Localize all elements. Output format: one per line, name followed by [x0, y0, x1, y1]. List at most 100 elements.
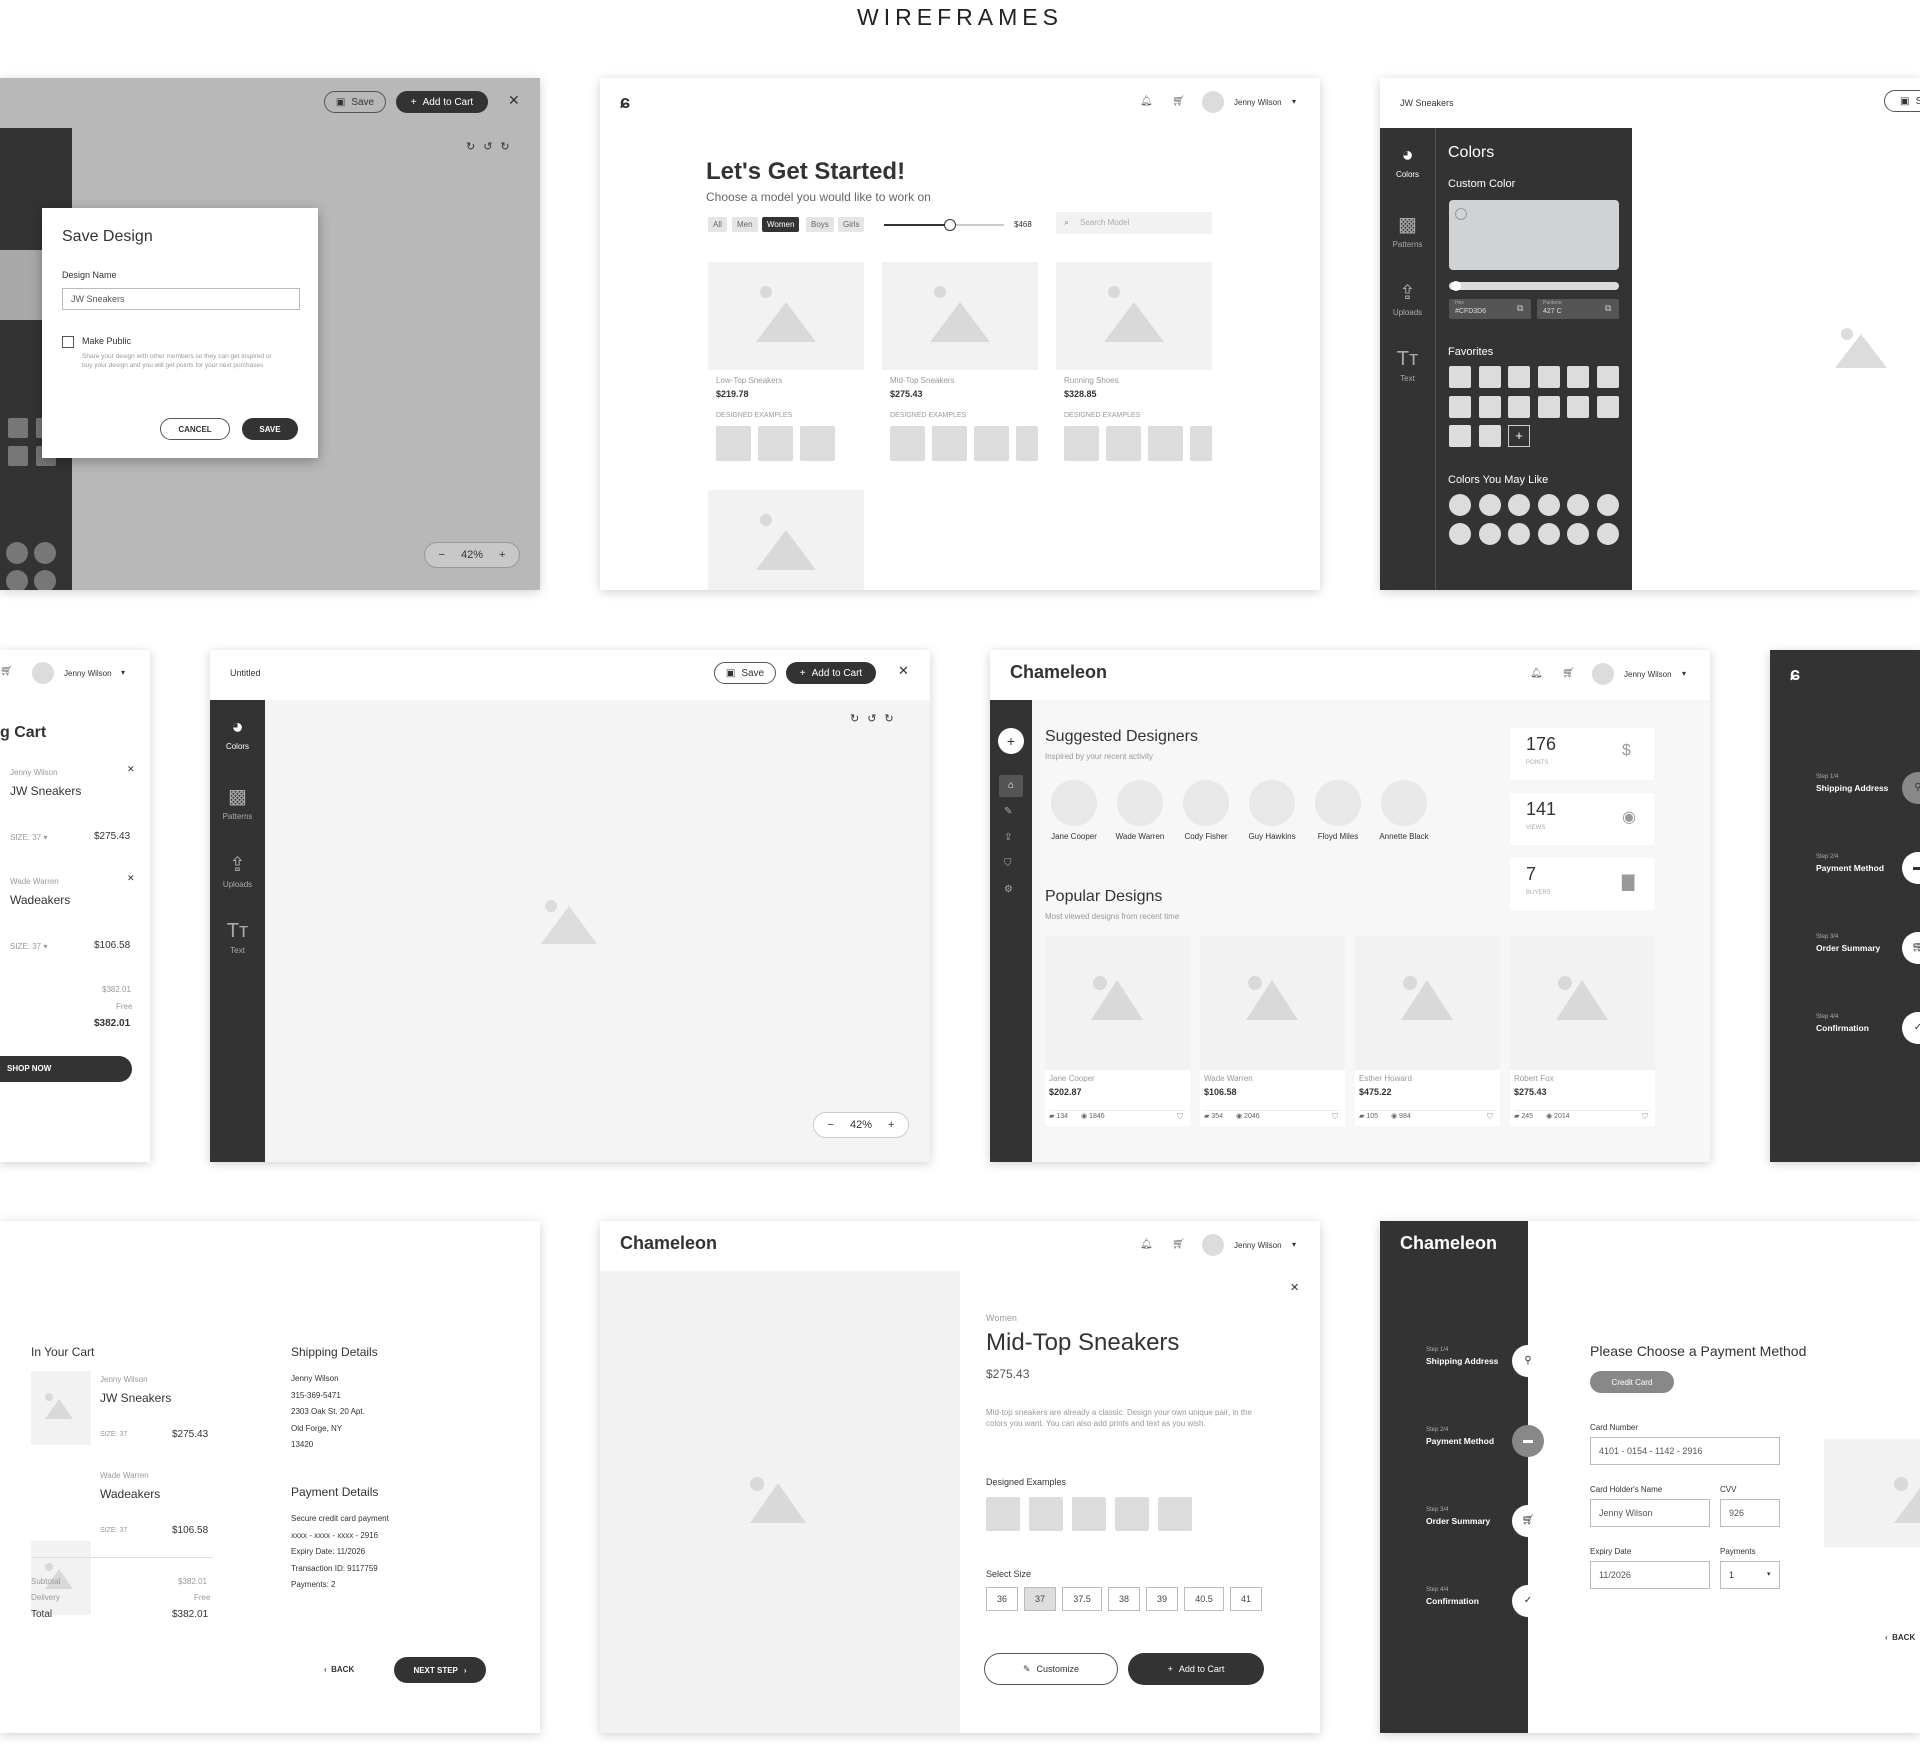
add-color-button[interactable]: + [1508, 425, 1530, 447]
filter-girls[interactable]: Girls [838, 217, 865, 232]
bell-icon[interactable]: 🔔︎ [1530, 668, 1543, 679]
product-card[interactable]: Low-Top Sneakers $219.78 DESIGNED EXAMPL… [708, 262, 864, 486]
filter-boys[interactable]: Boys [806, 217, 834, 232]
favorite-swatch[interactable] [1537, 395, 1560, 418]
cvv-input[interactable] [1720, 1499, 1780, 1527]
filter-men[interactable]: Men [732, 217, 758, 232]
suggested-swatch[interactable] [1508, 523, 1530, 545]
uploads-tab[interactable]: ⇪ Uploads [1380, 280, 1435, 317]
remove-item-icon[interactable]: ✕ [127, 764, 135, 775]
pantone-field[interactable]: Pantone 427 C ⧉ [1537, 299, 1619, 319]
favorite-swatch[interactable] [1478, 366, 1501, 388]
brand-logo[interactable]: Chameleon [1010, 662, 1107, 683]
favorite-swatch[interactable] [1567, 395, 1589, 418]
chevron-down-icon[interactable]: ▾ [1682, 669, 1686, 678]
filter-all[interactable]: All [708, 217, 727, 232]
copy-icon[interactable]: ⧉ [1517, 303, 1523, 314]
expiry-input[interactable] [1590, 1561, 1710, 1589]
back-button[interactable]: ‹ BACK [324, 1665, 354, 1674]
price-slider[interactable] [884, 219, 1004, 231]
plus-icon[interactable]: + [888, 1119, 894, 1131]
cancel-button[interactable]: CANCEL [160, 418, 230, 440]
uploads-tab[interactable]: ⇪ Uploads [210, 852, 265, 889]
suggested-swatch[interactable] [1478, 494, 1501, 516]
size-option[interactable]: 37.5 [1062, 1587, 1102, 1611]
chevron-down-icon[interactable]: ▾ [1292, 97, 1296, 106]
cart-icon[interactable]: 🛒︎ [1172, 1239, 1185, 1250]
user-name[interactable]: Jenny Wilson [1234, 1241, 1282, 1250]
favorite-swatch[interactable] [1596, 395, 1619, 418]
size-option[interactable]: 40.5 [1184, 1587, 1224, 1611]
size-option[interactable]: 37 [1024, 1587, 1056, 1611]
bookmark-icon[interactable]: ⛉ [1004, 858, 1012, 869]
add-to-cart-button[interactable]: + Add to Cart [396, 91, 488, 113]
hex-field[interactable]: Hex #CFD3D6 ⧉ [1449, 299, 1531, 319]
add-to-cart-button[interactable]: + Add to Cart [1128, 1653, 1264, 1685]
cart-icon[interactable]: 🛒︎ [1562, 668, 1575, 679]
chevron-down-icon[interactable]: ▾ [1292, 1240, 1296, 1249]
text-tab[interactable]: Tт Text [1380, 348, 1435, 383]
home-icon[interactable]: ⌂ [999, 775, 1023, 797]
cart-icon[interactable]: 🛒︎ [0, 666, 13, 677]
check-icon[interactable]: ✓ [1512, 1585, 1544, 1617]
user-name[interactable]: Jenny Wilson [64, 669, 112, 678]
favorite-swatch[interactable] [1508, 366, 1530, 388]
favorite-swatch[interactable] [1478, 425, 1501, 447]
suggested-swatch[interactable] [1508, 494, 1530, 516]
bookmark-icon[interactable]: ⛉ [1332, 1112, 1338, 1122]
colors-tab[interactable]: ◕ Colors [1380, 144, 1435, 179]
bell-icon[interactable]: 🔔︎ [1140, 1239, 1153, 1250]
location-icon[interactable]: ⚲ [1512, 1345, 1544, 1377]
design-card[interactable]: Wade Warren $106.58 ▰ 354 ◉ 2046 ⛉ [1200, 936, 1345, 1126]
save-button[interactable]: ▣Sa [1884, 90, 1920, 112]
user-name[interactable]: Jenny Wilson [1234, 98, 1282, 107]
minus-icon[interactable]: − [439, 549, 445, 561]
bookmark-icon[interactable]: ⛉ [1487, 1112, 1493, 1122]
logo-icon[interactable]: ɕ [620, 92, 630, 113]
product-card[interactable]: Running Shoes $328.85 DESIGNED EXAMPLES [1056, 262, 1212, 486]
design-card[interactable]: Robert Fox $275.43 ▰ 245 ◉ 2014 ⛉ [1510, 936, 1655, 1126]
refresh-undo-redo-icons[interactable]: ↻↺↻ [850, 712, 902, 725]
cart-icon[interactable]: 🛒︎ [1172, 96, 1185, 107]
designer-avatar[interactable] [1249, 780, 1295, 826]
payments-select[interactable]: 1 ▾ [1720, 1561, 1780, 1589]
card-number-input[interactable] [1590, 1437, 1780, 1465]
designer-avatar[interactable] [1051, 780, 1097, 826]
designer-avatar[interactable] [1315, 780, 1361, 826]
close-icon[interactable]: ✕ [508, 92, 520, 109]
back-button[interactable]: ‹ BACK [1885, 1633, 1915, 1642]
close-icon[interactable]: ✕ [898, 663, 909, 679]
text-tab[interactable]: Tт Text [210, 920, 265, 955]
upload-icon[interactable]: ⇪ [1004, 832, 1012, 843]
search-model-input[interactable]: ⌕ Search Model [1056, 212, 1212, 234]
avatar[interactable] [1592, 663, 1614, 685]
suggested-swatch[interactable] [1449, 523, 1471, 545]
modal-save-button[interactable]: SAVE [242, 418, 298, 440]
design-card[interactable]: Jane Cooper $202.87 ▰ 134 ◉ 1846 ⛉ [1045, 936, 1190, 1126]
plus-icon[interactable]: + [499, 549, 505, 561]
filter-women[interactable]: Women [762, 217, 800, 232]
suggested-swatch[interactable] [1596, 523, 1619, 545]
favorite-swatch[interactable] [1478, 395, 1501, 418]
cart-icon[interactable]: 🛒︎ [1512, 1505, 1544, 1537]
bookmark-icon[interactable]: ⛉ [1642, 1112, 1648, 1122]
example-thumb[interactable] [1115, 1497, 1149, 1531]
suggested-swatch[interactable] [1537, 523, 1560, 545]
avatar[interactable] [1202, 91, 1224, 113]
designer-avatar[interactable] [1381, 780, 1427, 826]
example-thumb[interactable] [1029, 1497, 1063, 1531]
copy-icon[interactable]: ⧉ [1605, 303, 1611, 314]
patterns-tab[interactable]: ▩ Patterns [1380, 212, 1435, 249]
minus-icon[interactable]: − [828, 1119, 834, 1131]
size-option[interactable]: 36 [986, 1587, 1018, 1611]
suggested-swatch[interactable] [1567, 523, 1589, 545]
shop-now-button[interactable]: SHOP NOW [0, 1056, 132, 1082]
favorite-swatch[interactable] [1537, 366, 1560, 388]
pencil-icon[interactable]: ✎ [1004, 806, 1012, 817]
holder-name-input[interactable] [1590, 1499, 1710, 1527]
bell-icon[interactable]: 🔔︎ [1140, 96, 1153, 107]
designer-avatar[interactable] [1117, 780, 1163, 826]
bookmark-icon[interactable]: ⛉ [1177, 1112, 1183, 1122]
designer-avatar[interactable] [1183, 780, 1229, 826]
save-button[interactable]: ▣ Save [324, 91, 386, 113]
